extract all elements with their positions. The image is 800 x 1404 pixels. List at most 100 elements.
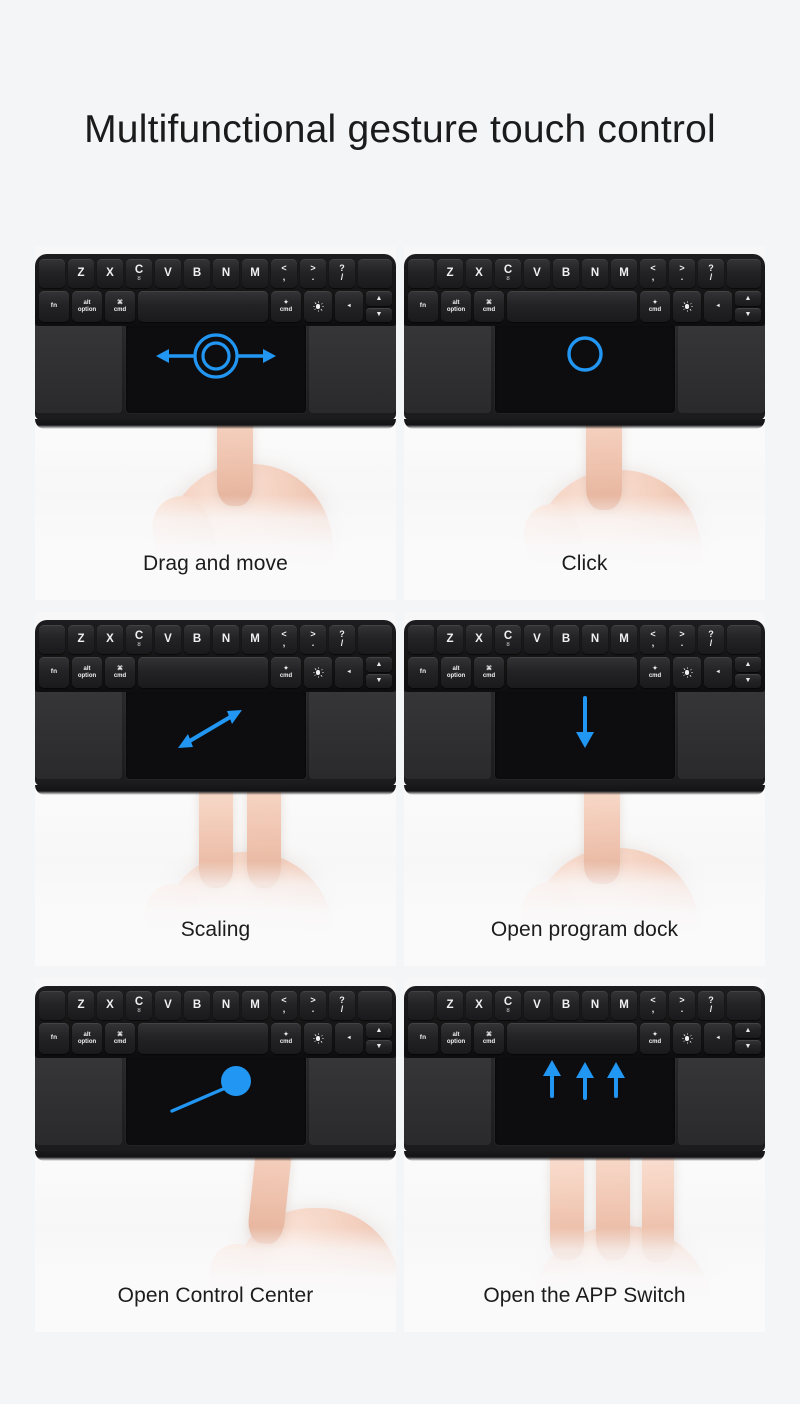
key-command-left[interactable]: ⌘ cmd [105,291,135,322]
key-command-left[interactable]: ⌘ cmd [474,291,504,322]
key-command-left[interactable]: ⌘ cmd [474,657,504,688]
key-shift-right[interactable] [358,625,392,654]
key-b[interactable]: B [553,625,579,654]
key-z[interactable]: Z [437,259,463,288]
key-command-left[interactable]: ⌘ cmd [105,1023,135,1054]
gesture-panel-open-the-app-switch[interactable]: Z X C8 V B N M <, >. ? / fn alt option ⌘ cm… [404,978,765,1332]
key-period[interactable]: >. [300,991,326,1020]
key-arrow-down[interactable]: ▼ [366,307,392,322]
key-n[interactable]: N [582,259,608,288]
key-period[interactable]: >. [669,259,695,288]
key-spacebar[interactable] [138,1023,268,1054]
key-z[interactable]: Z [68,625,94,654]
key-m[interactable]: M [242,625,268,654]
key-b[interactable]: B [184,991,210,1020]
key-option[interactable]: alt option [441,657,471,688]
key-arrow-down[interactable]: ▼ [735,307,761,322]
key-option[interactable]: alt option [441,1023,471,1054]
key-period[interactable]: >. [300,625,326,654]
key-slash[interactable]: ? / [329,991,355,1020]
key-c[interactable]: C8 [126,259,152,288]
key-slash[interactable]: ? / [329,259,355,288]
key-arrow-left[interactable]: ◂ [704,1023,732,1054]
key-option[interactable]: alt option [72,657,102,688]
gesture-panel-open-control-center[interactable]: Z X C8 V B N M <, >. ? / fn alt option ⌘ cm… [35,978,396,1332]
key-b[interactable]: B [184,259,210,288]
gesture-panel-open-program-dock[interactable]: Z X C8 V B N M <, >. ? / fn alt option ⌘ cm… [404,612,765,966]
key-comma[interactable]: <, [640,259,666,288]
key-m[interactable]: M [242,259,268,288]
key-slash[interactable]: ? / [698,259,724,288]
key-z[interactable]: Z [437,625,463,654]
key-arrow-down[interactable]: ▼ [735,673,761,688]
key-arrow-left[interactable]: ◂ [335,291,363,322]
key-arrow-down[interactable]: ▼ [366,673,392,688]
key-arrow-up[interactable]: ▲ [735,291,761,306]
key-z[interactable]: Z [437,991,463,1020]
trackpad[interactable] [126,1056,306,1145]
key-z[interactable]: Z [68,259,94,288]
key-x[interactable]: X [466,625,492,654]
key-shift-right[interactable] [727,625,761,654]
key-shift-right[interactable] [727,259,761,288]
key-comma[interactable]: <, [271,991,297,1020]
key-comma[interactable]: <, [271,259,297,288]
key-slash[interactable]: ? / [329,625,355,654]
key-v[interactable]: V [155,625,181,654]
key-arrow-left[interactable]: ◂ [335,1023,363,1054]
trackpad[interactable] [126,690,306,779]
key-brightness[interactable] [304,1023,332,1054]
key-spacebar[interactable] [138,291,268,322]
key-x[interactable]: X [466,259,492,288]
key-x[interactable]: X [466,991,492,1020]
key-b[interactable]: B [553,259,579,288]
key-arrow-up[interactable]: ▲ [735,1023,761,1038]
key-spacebar[interactable] [138,657,268,688]
key-command-right[interactable]: ✦ cmd [271,291,301,322]
key-command-right[interactable]: ✦ cmd [271,657,301,688]
key-arrow-up[interactable]: ▲ [366,291,392,306]
gesture-panel-scaling[interactable]: Z X C8 V B N M <, >. ? / fn alt option ⌘ cm… [35,612,396,966]
key-command-right[interactable]: ✦ cmd [640,1023,670,1054]
key-c[interactable]: C8 [495,625,521,654]
key-n[interactable]: N [582,991,608,1020]
key-v[interactable]: V [524,259,550,288]
key-command-right[interactable]: ✦ cmd [640,657,670,688]
trackpad[interactable] [495,324,675,413]
key-edge-left[interactable] [39,625,65,654]
key-c[interactable]: C8 [495,991,521,1020]
key-fn[interactable]: fn [408,1023,438,1054]
key-arrow-updown[interactable]: ▲ ▼ [735,1023,761,1054]
key-brightness[interactable] [304,291,332,322]
key-arrow-updown[interactable]: ▲ ▼ [366,1023,392,1054]
key-spacebar[interactable] [507,291,637,322]
trackpad[interactable] [495,690,675,779]
key-period[interactable]: >. [669,625,695,654]
trackpad[interactable] [126,324,306,413]
key-n[interactable]: N [582,625,608,654]
key-arrow-updown[interactable]: ▲ ▼ [366,657,392,688]
key-v[interactable]: V [524,625,550,654]
key-v[interactable]: V [155,259,181,288]
key-m[interactable]: M [611,991,637,1020]
gesture-panel-drag-and-move[interactable]: Z X C8 V B N M <, >. ? / fn alt option ⌘ cm… [35,246,396,600]
key-spacebar[interactable] [507,1023,637,1054]
key-m[interactable]: M [242,991,268,1020]
key-option[interactable]: alt option [72,291,102,322]
key-option[interactable]: alt option [441,291,471,322]
key-arrow-up[interactable]: ▲ [366,1023,392,1038]
key-n[interactable]: N [213,259,239,288]
key-edge-left[interactable] [408,259,434,288]
key-arrow-left[interactable]: ◂ [704,291,732,322]
key-m[interactable]: M [611,625,637,654]
key-b[interactable]: B [184,625,210,654]
key-fn[interactable]: fn [39,657,69,688]
key-arrow-down[interactable]: ▼ [735,1039,761,1054]
key-comma[interactable]: <, [640,991,666,1020]
key-fn[interactable]: fn [39,291,69,322]
key-comma[interactable]: <, [271,625,297,654]
key-edge-left[interactable] [39,991,65,1020]
key-fn[interactable]: fn [408,291,438,322]
key-arrow-up[interactable]: ▲ [366,657,392,672]
key-n[interactable]: N [213,625,239,654]
